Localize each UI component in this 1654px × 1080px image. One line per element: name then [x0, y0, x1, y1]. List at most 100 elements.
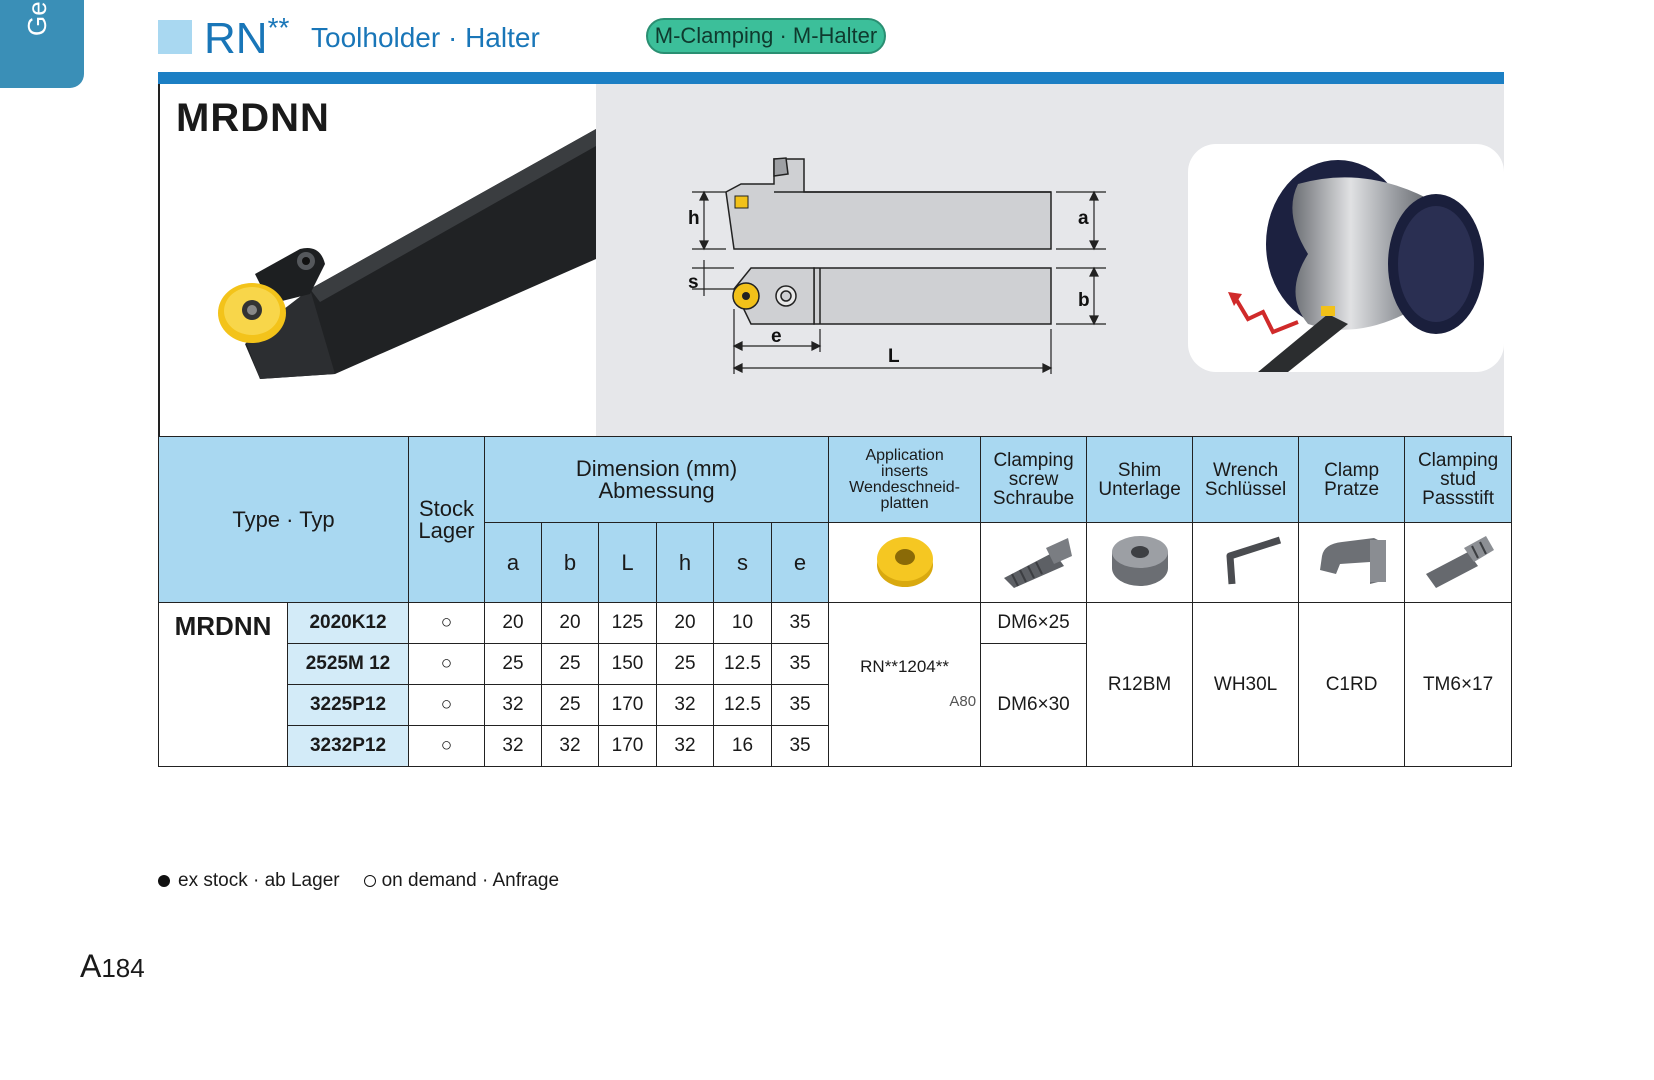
dimension-header: Dimension (mm) Abmessung [483, 436, 830, 523]
wrench-line2: Schlüssel [1204, 478, 1287, 500]
insert-code: RN**1204** [860, 657, 949, 676]
page-number: A184 [80, 948, 145, 985]
shim-icon [1111, 536, 1168, 586]
application-inserts-header: Application inserts Wendeschneid-platten [828, 436, 982, 523]
on-demand-circle-icon [363, 874, 376, 887]
row-4-a: 32 [484, 725, 542, 767]
clamp-line2: Pratze [1324, 478, 1380, 500]
title-sup: ** [267, 12, 290, 43]
insert-cell: RN**1204** A80 [828, 602, 982, 767]
dim-col-e: e [770, 522, 830, 603]
row-3-h: 32 [656, 684, 714, 726]
screw-1: DM6×25 [980, 602, 1088, 644]
dim-col-h: h [656, 522, 714, 603]
dim-label-a: a [1078, 208, 1089, 229]
page-letter: A [80, 948, 102, 984]
page-header: RN** Toolholder · Halter M-Clamping · M-… [158, 12, 1498, 64]
clamp-image-cell [1298, 522, 1406, 603]
header-title: RN** [204, 12, 290, 64]
clamping-stud-line3: Passstift [1422, 488, 1494, 509]
section-tab[interactable]: Ge [0, 0, 84, 88]
section-tab-label: Ge [22, 1, 52, 36]
turning-operation-illustration [1228, 160, 1484, 372]
clamping-stud-header: Clamping stud Passstift [1404, 436, 1513, 523]
row-3-b: 25 [541, 684, 599, 726]
row-2-s: 12.5 [713, 643, 772, 685]
wrench-icon [1226, 536, 1281, 585]
dim-label-b: b [1078, 290, 1090, 311]
ex-stock-bullet-icon [158, 874, 170, 887]
row-2-e: 35 [770, 643, 830, 685]
clamping-screw-line1: Clamping [993, 450, 1074, 471]
shim-header: Shim Unterlage [1086, 436, 1194, 523]
wrench-image-cell [1192, 522, 1300, 603]
row-3-e: 35 [770, 684, 830, 726]
row-4-stock: ○ [408, 725, 485, 767]
screw-image-cell [980, 522, 1088, 603]
row-2-stock: ○ [408, 643, 485, 685]
application-line4: platten [880, 494, 929, 512]
row-4-code: 3232P12 [287, 725, 409, 767]
stud-value: TM6×17 [1404, 602, 1513, 767]
stock-header: Stock Lager [408, 436, 485, 603]
insert-image-cell [828, 522, 982, 603]
stock-header-line2: Lager [418, 517, 475, 543]
row-4-l: 170 [598, 725, 657, 767]
dim-label-h: h [688, 208, 700, 229]
tool-photo [218, 129, 596, 379]
row-2-code: 2525M 12 [287, 643, 409, 685]
type-header: Type · Typ [158, 436, 409, 603]
header-rule [158, 72, 1504, 84]
screw-2: DM6×30 [980, 643, 1088, 767]
row-1-l: 125 [598, 602, 657, 644]
shim-image-cell [1086, 522, 1194, 603]
row-1-stock: ○ [408, 602, 485, 644]
clamping-badge: M-Clamping · M-Halter [646, 18, 886, 54]
stud-icon [1426, 536, 1495, 588]
dimension-header-line2: Abmessung [598, 477, 715, 503]
tool-photo-panel: MRDNN [160, 84, 596, 436]
dim-label-e: e [771, 326, 782, 347]
stock-legend: ex stock · ab Lager on demand · Anfrage [158, 870, 559, 892]
clamping-screw-line3: Schraube [992, 488, 1075, 509]
row-3-a: 32 [484, 684, 542, 726]
row-3-s: 12.5 [713, 684, 772, 726]
application-line3: Wendeschneid- [849, 478, 961, 496]
row-4-s: 16 [713, 725, 772, 767]
clamping-screw-line2: screw [1008, 469, 1059, 490]
stud-image-cell [1404, 522, 1513, 603]
row-3-code: 3225P12 [287, 684, 409, 726]
dim-label-l: L [888, 346, 900, 367]
row-2-a: 25 [484, 643, 542, 685]
clamp-value: C1RD [1298, 602, 1406, 767]
dim-col-b: b [541, 522, 599, 603]
shim-line1: Shim [1117, 459, 1162, 481]
row-1-s: 10 [713, 602, 772, 644]
legend-on-demand: on demand · Anfrage [381, 870, 560, 891]
type-name-cell: MRDNN [158, 602, 288, 767]
dim-col-l: L [598, 522, 657, 603]
shim-line2: Unterlage [1098, 478, 1181, 500]
wrench-value: WH30L [1192, 602, 1300, 767]
header-subtitle: Toolholder · Halter [311, 22, 540, 53]
title-main: RN [204, 14, 268, 63]
dim-col-s: s [713, 522, 772, 603]
legend-ex-stock: ex stock · ab Lager [178, 870, 340, 891]
clamp-icon [1319, 538, 1386, 584]
row-2-l: 150 [598, 643, 657, 685]
insert-icon [876, 537, 933, 587]
row-3-l: 170 [598, 684, 657, 726]
row-4-h: 32 [656, 725, 714, 767]
row-3-stock: ○ [408, 684, 485, 726]
clamping-stud-line2: stud [1440, 469, 1477, 490]
screw-icon [1003, 538, 1072, 588]
dim-col-a: a [484, 522, 542, 603]
wrench-line1: Wrench [1213, 459, 1279, 481]
row-4-e: 35 [770, 725, 830, 767]
row-2-b: 25 [541, 643, 599, 685]
page-digits: 184 [101, 953, 145, 983]
spec-table: Type · Typ Stock Lager Dimension (mm) Abme… [158, 436, 1513, 767]
row-2-h: 25 [656, 643, 714, 685]
clamping-stud-line1: Clamping [1417, 450, 1499, 471]
clamp-line1: Clamp [1324, 459, 1380, 481]
